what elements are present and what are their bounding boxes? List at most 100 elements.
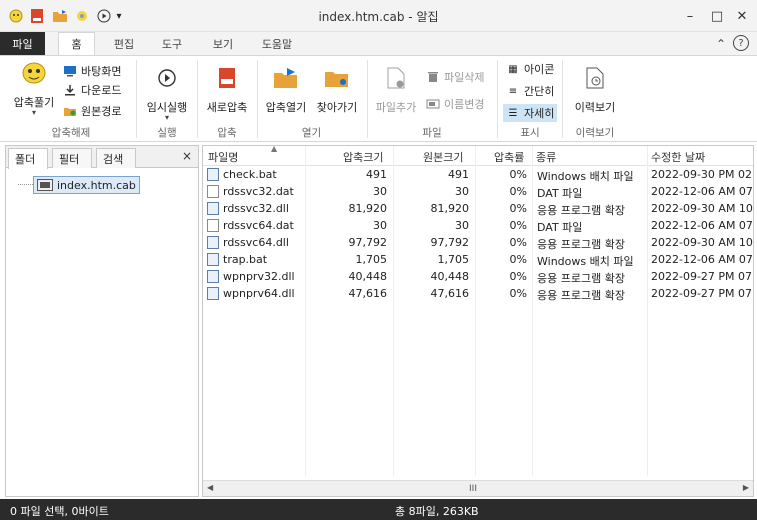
history-button[interactable]: 이력보기	[565, 65, 625, 115]
tab-tools[interactable]: 도구	[152, 32, 192, 55]
column-header-name[interactable]: 파일명	[208, 149, 238, 165]
find-location-button[interactable]: 찾아가기	[311, 65, 363, 115]
column-header-type[interactable]: 종류	[536, 149, 556, 165]
cell-ratio: 0%	[509, 253, 527, 266]
close-button[interactable]: ✕	[729, 4, 755, 28]
group-label-file: 파일	[422, 127, 442, 139]
temp-run-button[interactable]: 임시실행 ▾	[140, 65, 194, 122]
trash-icon	[426, 70, 440, 84]
panel-tabs: 폴더 필터 검색 ×	[6, 146, 198, 169]
zip-file-icon[interactable]	[29, 8, 45, 24]
column-header-packed[interactable]: 압축크기	[343, 149, 383, 165]
column-header-ratio[interactable]: 압축률	[494, 149, 524, 165]
tab-view[interactable]: 보기	[203, 32, 243, 55]
extract-dropdown-icon[interactable]: ▾	[32, 109, 36, 117]
delete-file-button[interactable]: 파일삭제	[426, 69, 484, 85]
document-file-icon	[207, 219, 219, 232]
table-row[interactable]: rdssvc64.dll 97,792 97,792 0% 응용 프로그램 확장 2022…	[203, 235, 753, 251]
group-separator	[136, 60, 137, 138]
horizontal-scrollbar[interactable]: ◀ III ▶	[203, 480, 753, 496]
extract-button[interactable]: 압축풀기 ▾	[8, 60, 60, 117]
group-label-run: 실행	[157, 127, 177, 139]
cell-size: 491	[448, 168, 469, 181]
help-icon[interactable]: ?	[733, 35, 749, 51]
column-header-date[interactable]: 수정한 날짜	[651, 149, 705, 165]
tab-home[interactable]: 홈	[58, 32, 95, 55]
details-icon: ☰	[508, 107, 518, 119]
application-file-icon	[207, 168, 219, 181]
delete-file-label: 파일삭제	[444, 71, 485, 84]
tab-filter[interactable]: 필터	[52, 148, 92, 168]
cell-size: 40,448	[430, 270, 470, 283]
collapse-ribbon-icon[interactable]: ⌃	[714, 32, 728, 55]
app-logo-icon[interactable]	[8, 8, 24, 24]
cell-packed: 47,616	[348, 287, 388, 300]
run-icon	[153, 65, 181, 91]
table-row[interactable]: wpnprv32.dll 40,448 40,448 0% 응용 프로그램 확장 2022…	[203, 269, 753, 285]
play-icon[interactable]	[96, 8, 112, 24]
cell-packed: 81,920	[348, 202, 388, 215]
extract-to-downloads-button[interactable]: 다운로드	[63, 82, 121, 98]
open-archive-label: 압축열기	[265, 101, 307, 114]
rename-label: 이름변경	[444, 98, 485, 111]
view-simple-button[interactable]: ≡ 간단히	[503, 83, 557, 99]
rename-button[interactable]: 이름변경	[426, 96, 484, 112]
table-row[interactable]: trap.bat 1,705 1,705 0% Windows 배치 파일 2022-12…	[203, 252, 753, 268]
document-file-icon	[207, 185, 219, 198]
cell-packed: 40,448	[348, 270, 388, 283]
scroll-thumb[interactable]: III	[217, 483, 729, 494]
ribbon: 압축풀기 ▾ 바탕화면 다운로드 원본경로 압축해제 임시실행 ▾ 실행 새로압…	[0, 55, 757, 142]
table-row[interactable]: check.bat 491 491 0% Windows 배치 파일 2022-09-30…	[203, 167, 753, 183]
view-icons-label: 아이콘	[524, 63, 555, 76]
cell-date: 2022-09-30 AM 10	[651, 236, 753, 249]
desktop-label: 바탕화면	[81, 65, 122, 78]
column-header-size[interactable]: 원본크기	[423, 149, 463, 165]
minimize-button[interactable]: –	[677, 4, 703, 28]
scroll-left-icon[interactable]: ◀	[207, 483, 213, 492]
find-folder-icon	[323, 65, 351, 91]
tab-help[interactable]: 도움말	[251, 32, 303, 55]
table-row[interactable]: rdssvc64.dat 30 30 0% DAT 파일 2022-12-06 AM 07	[203, 218, 753, 234]
tab-search[interactable]: 검색	[96, 148, 136, 168]
tab-edit[interactable]: 편집	[104, 32, 144, 55]
group-separator	[367, 60, 368, 138]
cell-ratio: 0%	[509, 185, 527, 198]
add-file-button[interactable]: 파일추가	[370, 65, 422, 115]
original-path-icon	[63, 104, 77, 118]
table-row[interactable]: rdssvc32.dll 81,920 81,920 0% 응용 프로그램 확장 2022…	[203, 201, 753, 217]
add-file-icon	[382, 65, 410, 91]
rename-icon	[426, 97, 440, 111]
tree-item-label: index.htm.cab	[57, 178, 136, 192]
extract-to-desktop-button[interactable]: 바탕화면	[63, 63, 121, 79]
application-file-icon	[207, 236, 219, 249]
cell-date: 2022-09-27 PM 07:	[651, 287, 754, 300]
table-row[interactable]: rdssvc32.dat 30 30 0% DAT 파일 2022-12-06 AM 07	[203, 184, 753, 200]
settings-icon[interactable]	[74, 8, 90, 24]
new-compress-button[interactable]: 새로압축	[200, 65, 254, 115]
extract-to-original-button[interactable]: 원본경로	[63, 103, 121, 119]
maximize-button[interactable]: □	[704, 4, 730, 28]
table-row[interactable]: wpnprv64.dll 47,616 47,616 0% 응용 프로그램 확장 2022…	[203, 286, 753, 302]
tab-folder[interactable]: 폴더	[8, 148, 48, 169]
cell-type: DAT 파일	[537, 221, 583, 234]
cell-size: 30	[455, 219, 469, 232]
close-panel-icon[interactable]: ×	[182, 149, 192, 163]
customize-quick-access-icon[interactable]: ▾	[114, 8, 124, 24]
tree-item-archive[interactable]: index.htm.cab	[33, 176, 140, 194]
view-details-button[interactable]: ☰ 자세히	[503, 104, 558, 122]
cell-name: wpnprv32.dll	[223, 270, 295, 283]
cell-size: 30	[455, 185, 469, 198]
tab-file[interactable]: 파일	[0, 32, 45, 55]
extract-icon	[20, 60, 48, 86]
cell-packed: 30	[373, 219, 387, 232]
cell-name: rdssvc32.dat	[223, 185, 294, 198]
temp-run-dropdown-icon[interactable]: ▾	[165, 114, 169, 122]
open-folder-icon[interactable]	[52, 8, 68, 24]
grid-icon: ▦	[508, 63, 518, 75]
view-icons-button[interactable]: ▦ 아이콘	[503, 61, 557, 77]
cell-name: rdssvc32.dll	[223, 202, 289, 215]
scroll-right-icon[interactable]: ▶	[743, 483, 749, 492]
open-archive-button[interactable]: 압축열기	[260, 65, 312, 115]
downloads-label: 다운로드	[81, 84, 122, 97]
group-label-open: 열기	[301, 127, 322, 139]
